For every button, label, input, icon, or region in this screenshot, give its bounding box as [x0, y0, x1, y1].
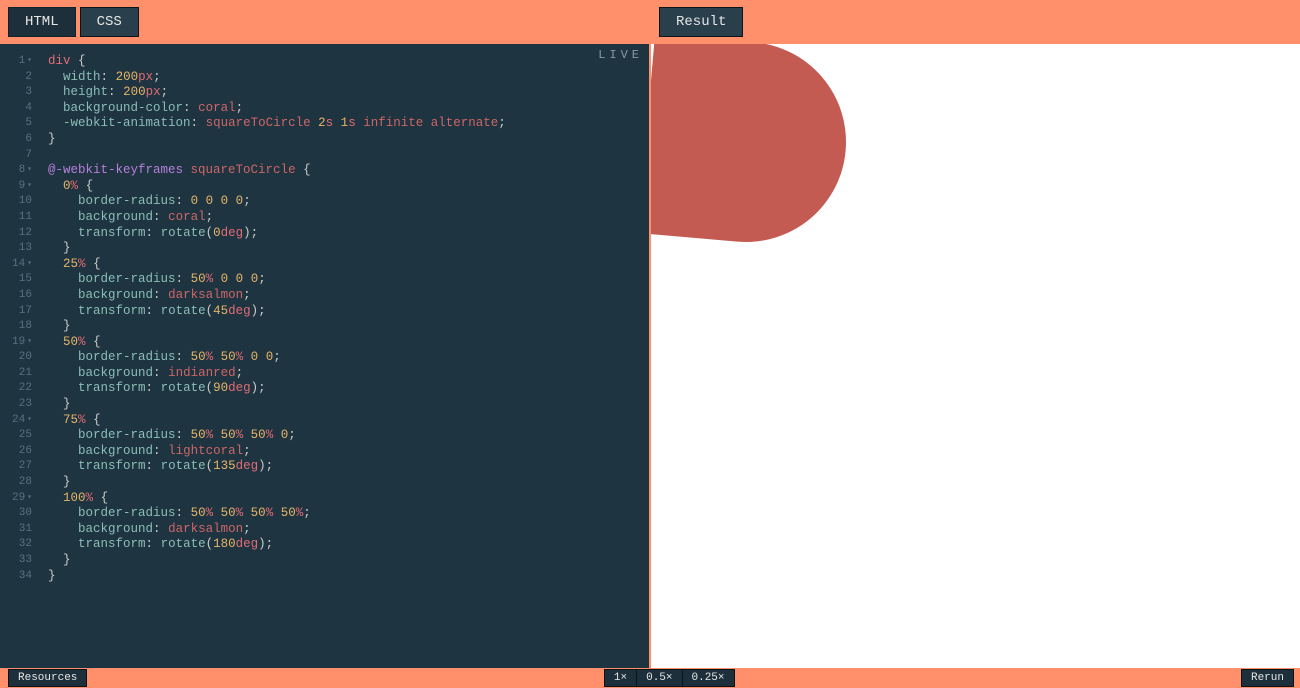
tab-html[interactable]: HTML	[8, 7, 76, 37]
result-tabbar: Result	[651, 0, 1300, 44]
workspace: HTML CSS LIVE 12345678910111213141516171…	[0, 0, 1300, 668]
line-number-gutter: 1234567891011121314151617181920212223242…	[0, 44, 40, 668]
editor-tabbar: HTML CSS	[0, 0, 649, 44]
code-content[interactable]: div { width: 200px; height: 200px; backg…	[40, 44, 649, 668]
live-badge: LIVE	[598, 48, 643, 62]
result-panel: Result	[651, 0, 1300, 668]
zoom-05x[interactable]: 0.5×	[637, 669, 682, 687]
tab-result[interactable]: Result	[659, 7, 743, 37]
editor-panel: HTML CSS LIVE 12345678910111213141516171…	[0, 0, 649, 668]
zoom-025x[interactable]: 0.25×	[683, 669, 735, 687]
resources-button[interactable]: Resources	[8, 669, 87, 687]
code-editor[interactable]: LIVE 12345678910111213141516171819202122…	[0, 44, 649, 668]
result-pane	[651, 44, 1300, 668]
zoom-controls: 1× 0.5× 0.25×	[604, 669, 735, 687]
rerun-button[interactable]: Rerun	[1241, 669, 1294, 687]
animated-box	[651, 44, 854, 250]
tab-css[interactable]: CSS	[80, 7, 139, 37]
footer: Resources 1× 0.5× 0.25× Rerun	[0, 668, 1300, 688]
zoom-1x[interactable]: 1×	[604, 669, 637, 687]
